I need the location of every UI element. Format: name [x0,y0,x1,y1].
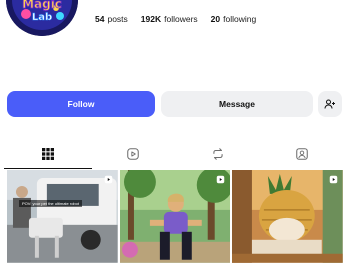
posts-grid: POV: your pet the ultimate robot [7,170,343,263]
tagged-person-icon [296,148,308,160]
play-square-icon [127,148,139,160]
stat-posts-label: posts [107,14,128,24]
tab-reels[interactable] [89,140,177,168]
suggest-accounts-button[interactable] [318,91,342,117]
reel-icon [104,175,112,184]
reel-icon [329,175,338,184]
stat-posts[interactable]: 54 posts [95,14,128,24]
stat-following[interactable]: 20 following [211,14,257,24]
svg-text:Magic: Magic [22,0,62,11]
magic-lab-logo: Magic Lab [6,0,78,36]
stat-following-label: following [223,14,257,24]
tab-reposts[interactable] [174,140,262,168]
follow-button[interactable]: Follow [7,91,155,117]
profile-tabs [0,140,350,169]
stat-followers-value: 192K [140,14,162,24]
stat-followers[interactable]: 192K followers [141,14,198,24]
person-add-icon [324,99,335,109]
stat-posts-value: 54 [95,14,105,24]
stat-following-value: 20 [210,14,221,24]
post-thumbnail[interactable] [232,170,343,263]
post-image [119,170,231,263]
post-caption: POV: your pet the ultimate robot [19,200,82,207]
message-button[interactable]: Message [161,91,313,117]
stat-followers-label: followers [164,14,198,24]
post-thumbnail[interactable]: POV: your pet the ultimate robot [7,170,118,263]
svg-text:Lab: Lab [32,12,52,23]
profile-avatar[interactable]: Magic Lab [6,0,78,36]
reel-icon [217,175,225,184]
grid-icon [42,148,54,160]
tab-tagged[interactable] [258,140,346,168]
post-thumbnail[interactable] [119,170,231,263]
tab-grid[interactable] [4,140,92,169]
profile-stats: 54 posts 192K followers 20 following [95,14,256,24]
repost-icon [213,148,223,160]
post-image [232,170,343,263]
post-image [7,170,118,263]
